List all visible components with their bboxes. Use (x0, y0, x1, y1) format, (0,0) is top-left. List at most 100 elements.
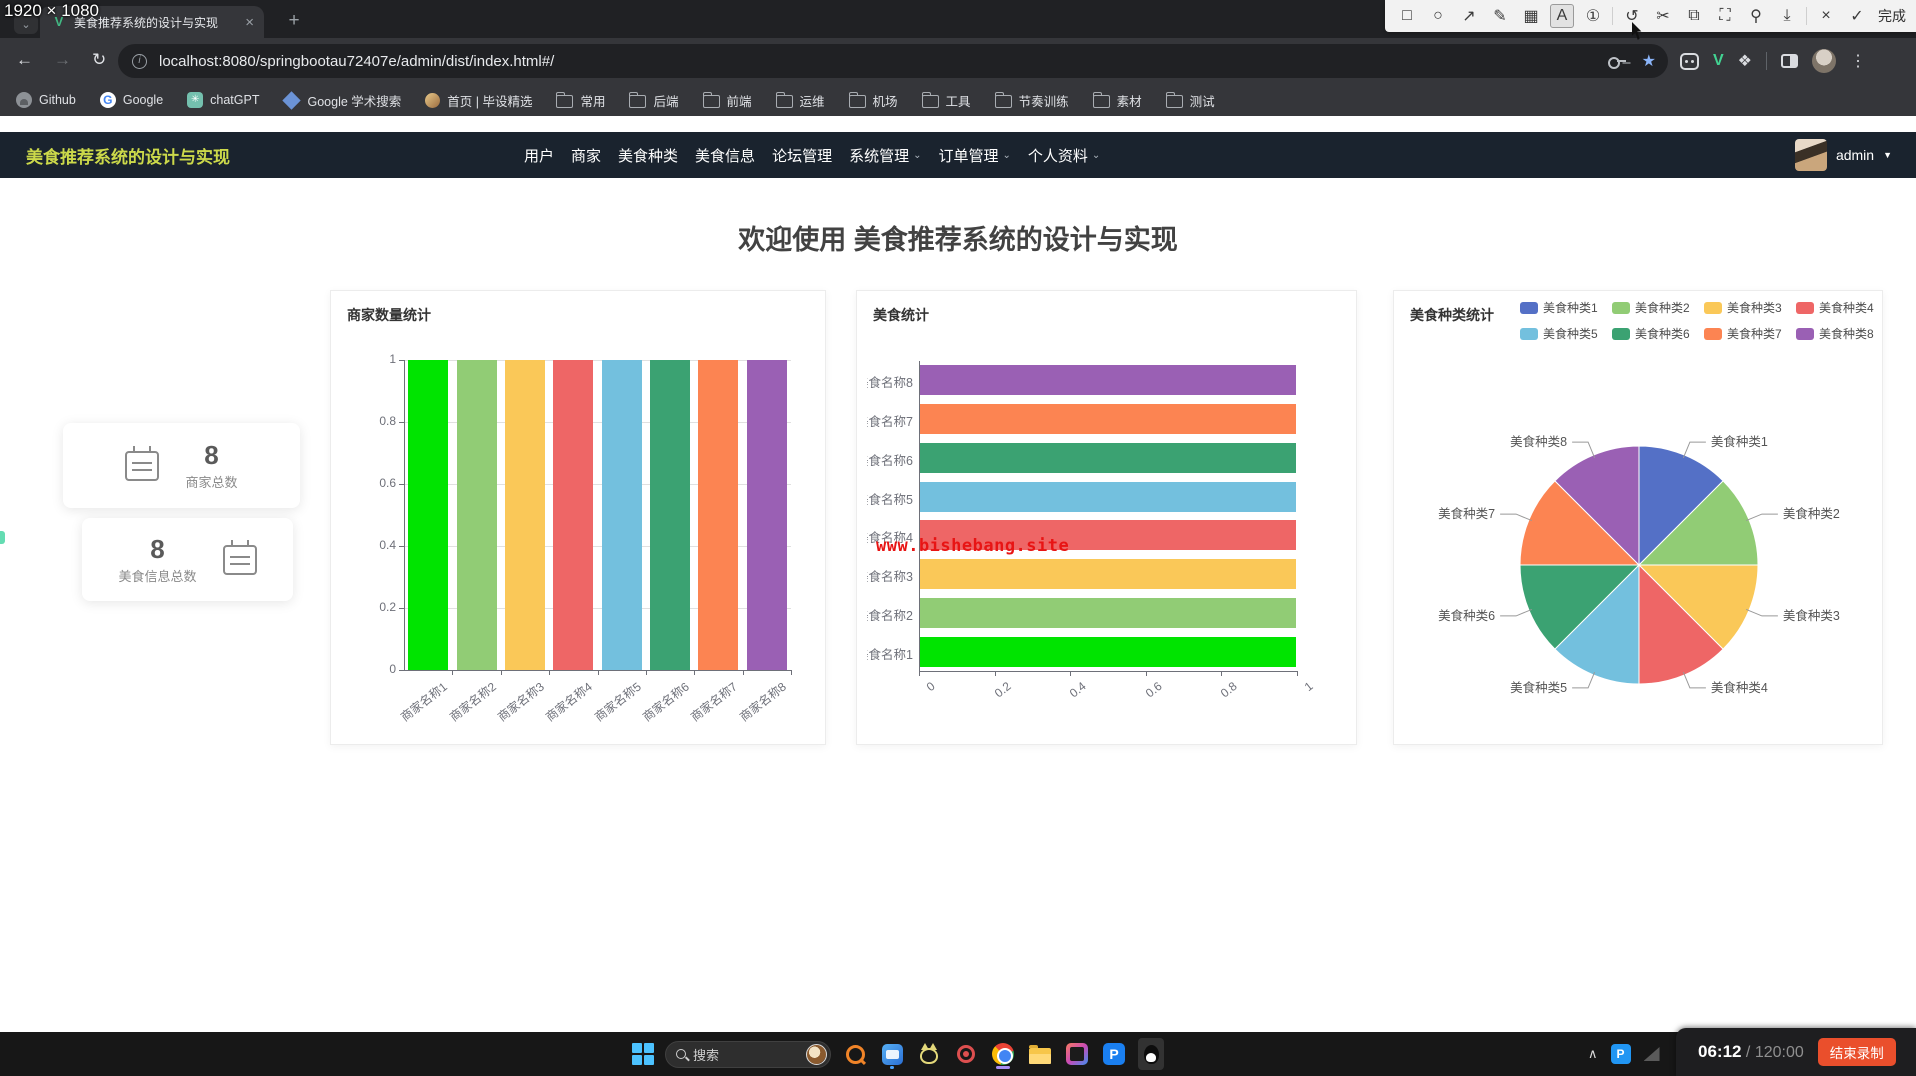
nav-item-美食种类[interactable]: 美食种类 (618, 145, 678, 166)
bookmarks-bar: Github G Google ✳chatGPT Google 学术搜索 首页 | 毕设精… (0, 84, 1916, 116)
start-button[interactable] (632, 1043, 654, 1065)
folder-icon (922, 95, 939, 108)
text-tool-icon[interactable]: A (1550, 4, 1574, 28)
bookmark-label: Google (123, 93, 163, 107)
extensions-puzzle-icon[interactable]: ❖ (1738, 51, 1752, 71)
tab-close-icon[interactable]: × (245, 15, 254, 30)
browser-menu-icon[interactable]: ⋮ (1850, 51, 1866, 71)
reload-button[interactable]: ↻ (92, 50, 106, 70)
tray-app-icon[interactable] (1644, 1047, 1660, 1061)
nav-item-商家[interactable]: 商家 (571, 145, 601, 166)
stat-card-food-total: 8 美食信息总数 (82, 518, 293, 601)
stop-recording-button[interactable]: 结束录制 (1818, 1038, 1896, 1066)
bookmark-item[interactable]: 节奏训练 (995, 91, 1069, 110)
url-bar[interactable]: i localhost:8080/springbootau72407e/admi… (118, 44, 1668, 78)
bookmark-item[interactable]: 测试 (1166, 91, 1215, 110)
chrome-app-icon[interactable] (990, 1038, 1016, 1070)
pie-label: 美食种类7 (1438, 506, 1495, 521)
bookmark-label: Google 学术搜索 (307, 91, 401, 110)
photos-app-icon[interactable] (879, 1038, 905, 1070)
nav-item-订单管理[interactable]: 订单管理⌄ (938, 145, 1010, 166)
vue-devtools-icon[interactable]: V (1713, 52, 1724, 70)
nav-item-论坛管理[interactable]: 论坛管理 (772, 145, 832, 166)
translate-tool-icon[interactable]: ⧉ (1682, 4, 1706, 28)
scissors-tool-icon[interactable]: ✂ (1651, 4, 1675, 28)
x-axis-label: 商家名称8 (736, 678, 790, 725)
netease-cat-app-icon[interactable] (916, 1038, 942, 1070)
bookmark-item[interactable]: 首页 | 毕设精选 (425, 91, 532, 110)
welcome-heading: 欢迎使用 美食推荐系统的设计与实现 (0, 218, 1916, 257)
ellipse-tool-icon[interactable]: ○ (1426, 4, 1450, 28)
split-screen-icon[interactable] (1781, 54, 1798, 68)
everything-app-icon[interactable] (842, 1038, 868, 1070)
x-axis-label: 商家名称3 (494, 678, 548, 725)
forward-button[interactable]: → (54, 50, 71, 70)
rectangle-tool-icon[interactable]: □ (1395, 4, 1419, 28)
pycharm-icon[interactable]: P (1101, 1038, 1127, 1070)
nav-item-个人资料[interactable]: 个人资料⌄ (1028, 145, 1100, 166)
new-tab-button[interactable]: + (282, 9, 306, 33)
pie-label: 美食种类2 (1783, 506, 1840, 521)
tray-chevron-icon[interactable]: ∧ (1588, 1046, 1598, 1062)
bar-美食名称1 (920, 637, 1296, 667)
taskbar-search[interactable]: 搜索 (665, 1041, 831, 1068)
done-label[interactable]: 完成 (1878, 6, 1906, 26)
bookmark-item[interactable]: 后端 (629, 91, 678, 110)
bookmark-star-icon[interactable]: ★ (1642, 51, 1656, 71)
bar-美食名称3 (920, 559, 1296, 589)
y-axis-tick: 0.4 (362, 538, 396, 552)
browser-profile-avatar[interactable] (1812, 49, 1836, 73)
google-icon: G (100, 92, 116, 108)
password-key-icon[interactable] (1608, 56, 1626, 66)
file-explorer-icon[interactable] (1027, 1038, 1053, 1070)
mosaic-tool-icon[interactable]: ▦ (1519, 4, 1543, 28)
bookmark-item[interactable]: 常用 (556, 91, 605, 110)
tray-p-icon[interactable]: P (1611, 1044, 1631, 1064)
user-menu[interactable]: admin ▼ (1795, 139, 1892, 171)
bookmark-label: 素材 (1117, 91, 1142, 110)
bookmark-item[interactable]: ✳chatGPT (187, 92, 259, 108)
scholar-icon (283, 91, 301, 109)
adblock-extension-icon[interactable] (1680, 53, 1699, 70)
search-highlight-image[interactable] (806, 1044, 827, 1065)
pen-tool-icon[interactable]: ✎ (1488, 4, 1512, 28)
x-axis-label: 商家名称2 (445, 678, 499, 725)
bookmark-item[interactable]: 机场 (849, 91, 898, 110)
site-info-icon[interactable]: i (132, 54, 147, 69)
bar-美食名称8 (920, 365, 1296, 395)
step-number-tool-icon[interactable]: ① (1581, 4, 1605, 28)
intellij-idea-icon[interactable] (1064, 1038, 1090, 1070)
pie-label: 美食种类4 (1711, 680, 1768, 695)
nav-item-美食信息[interactable]: 美食信息 (695, 145, 755, 166)
bookmark-item[interactable]: Google 学术搜索 (283, 91, 401, 110)
pin-tool-icon[interactable]: ⚲ (1744, 4, 1768, 28)
bar-商家名称5 (602, 360, 642, 670)
bookmark-item[interactable]: 前端 (703, 91, 752, 110)
qq-app-icon[interactable] (1138, 1038, 1164, 1070)
done-tool-icon[interactable]: ✓ (1845, 4, 1869, 28)
chatgpt-icon: ✳ (187, 92, 203, 108)
chevron-down-icon: ⌄ (1003, 150, 1011, 161)
url-text[interactable]: localhost:8080/springbootau72407e/admin/… (159, 53, 1608, 70)
x-axis-label: 商家名称7 (687, 678, 741, 725)
pie-chart: 美食种类1美食种类2美食种类3美食种类4美食种类5美食种类6美食种类7美食种类8 (1394, 291, 1882, 744)
edge-annotation-mark (0, 531, 5, 544)
bar-商家名称3 (505, 360, 545, 670)
back-button[interactable]: ← (16, 50, 33, 70)
nav-item-系统管理[interactable]: 系统管理⌄ (849, 145, 921, 166)
ocr-tool-icon[interactable]: ⛶ (1713, 4, 1737, 28)
stat-value: 8 (118, 534, 196, 564)
bookmark-item[interactable]: 素材 (1093, 91, 1142, 110)
bookmark-item[interactable]: G Google (100, 92, 163, 108)
bookmark-item[interactable]: 工具 (922, 91, 971, 110)
bookmark-label: 机场 (873, 91, 898, 110)
arrow-tool-icon[interactable]: ↗ (1457, 4, 1481, 28)
spiral-app-icon[interactable] (953, 1038, 979, 1070)
cancel-tool-icon[interactable]: × (1814, 4, 1838, 28)
nav-item-用户[interactable]: 用户 (524, 145, 554, 166)
search-icon (676, 1049, 686, 1059)
bookmark-item[interactable]: Github (16, 92, 76, 108)
folder-icon (776, 95, 793, 108)
bookmark-item[interactable]: 运维 (776, 91, 825, 110)
download-tool-icon[interactable]: ⤓ (1775, 4, 1799, 28)
